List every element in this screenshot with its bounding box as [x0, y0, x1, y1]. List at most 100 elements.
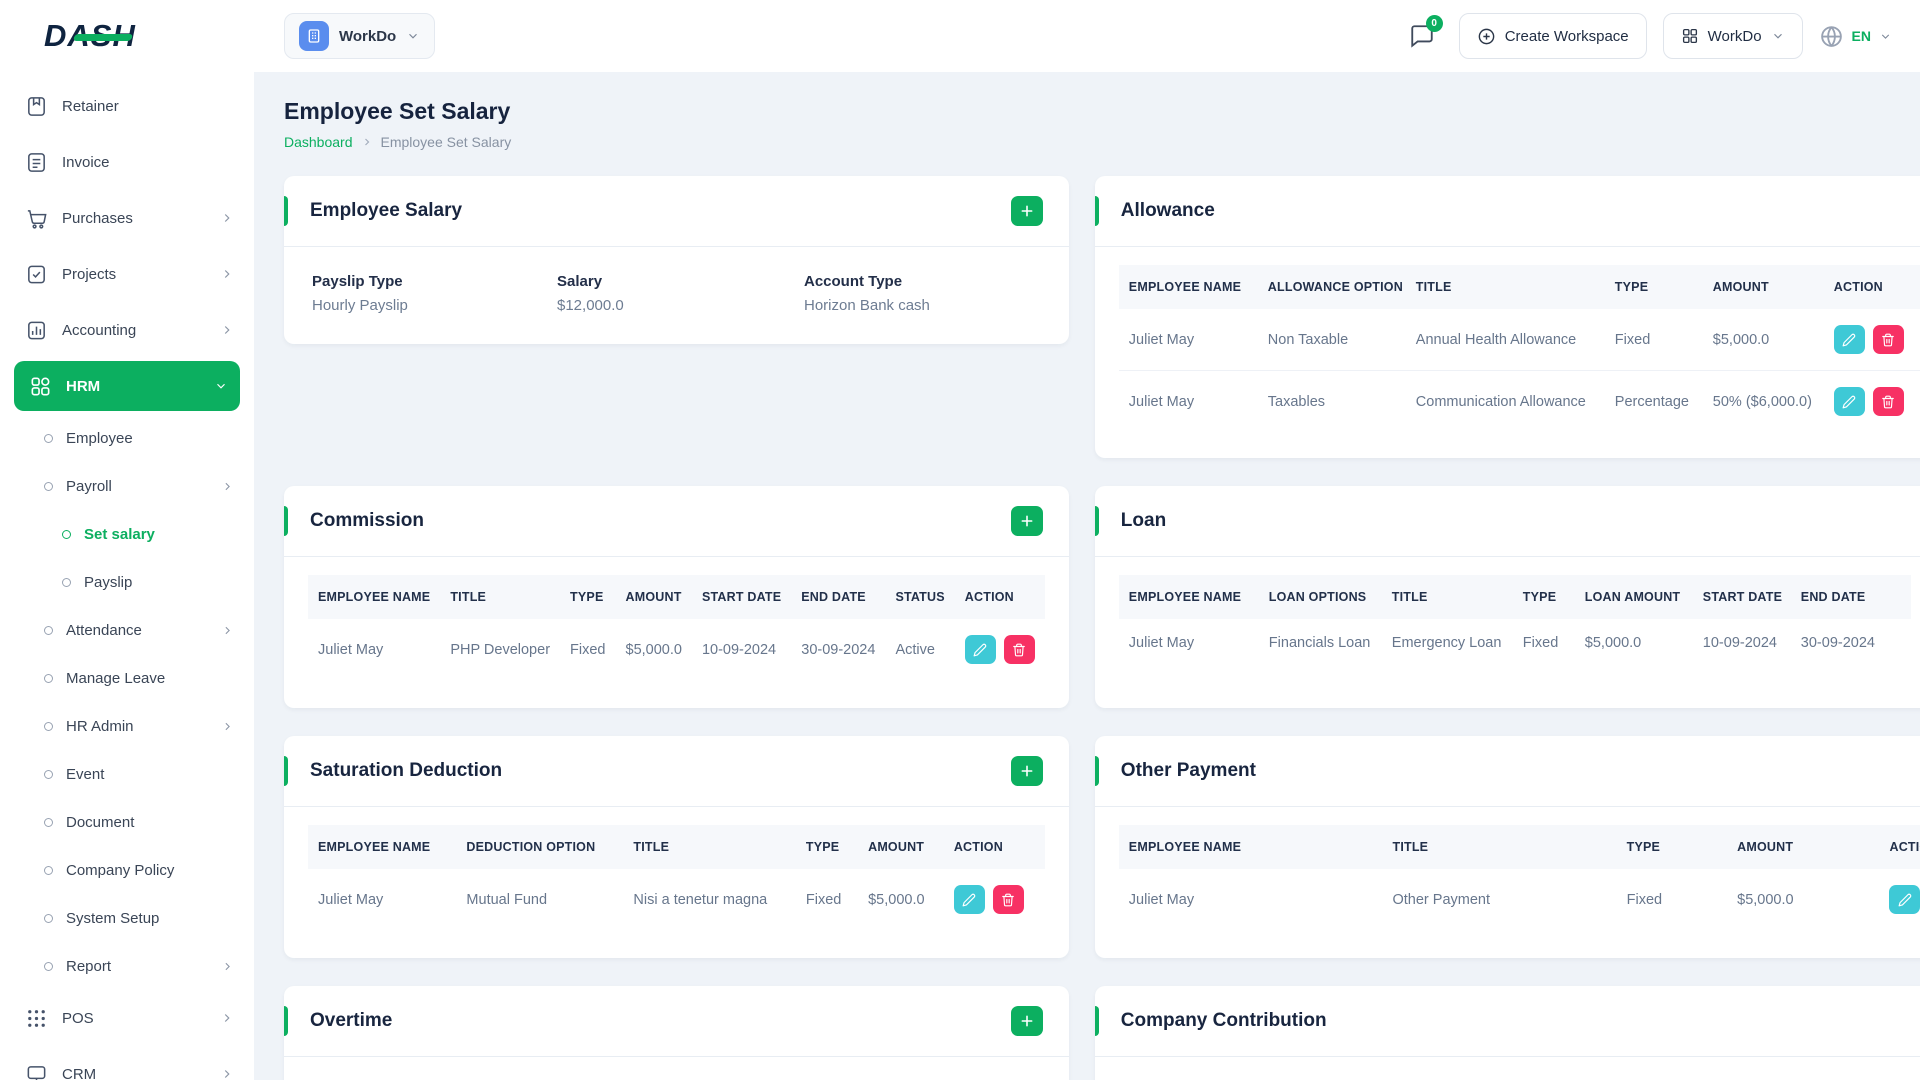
card-header: Other Payment: [1094, 736, 1920, 807]
allowance-table-wrap: Employee Name Allowance Option Title Typ…: [1095, 247, 1920, 458]
cell-amount: $5,000.0: [1712, 331, 1770, 348]
table-row: Juliet May PHP Developer Fixed $5,000.0 …: [308, 619, 1045, 680]
cell-deduction-option: Mutual Fund: [466, 891, 548, 908]
cell-amount: 50% ($6,000.0): [1702, 370, 1824, 432]
cell-title: Nisi a tenetur magna: [633, 891, 768, 908]
edit-button[interactable]: [953, 885, 985, 914]
sidebar-item-accounting[interactable]: Accounting: [0, 302, 254, 358]
sidebar-item-hrm[interactable]: HRM: [14, 361, 240, 411]
breadcrumb-dashboard-link[interactable]: Dashboard: [284, 134, 353, 150]
add-employee-salary-button[interactable]: [1010, 196, 1043, 226]
sidebar-item-hr-admin[interactable]: HR Admin: [0, 702, 254, 750]
cell-action: [1824, 309, 1920, 371]
sidebar-item-attendance[interactable]: Attendance: [0, 606, 254, 654]
topbar: DASH WorkDo 0 Create Workspace: [0, 0, 1920, 72]
bullet-icon: [44, 625, 53, 635]
cell-title: Other Payment: [1392, 891, 1490, 908]
delete-button[interactable]: [1003, 635, 1035, 664]
field-label: Payslip Type: [312, 273, 403, 290]
sidebar-item-label: Payroll: [66, 477, 112, 495]
table-row: Juliet May Mutual Fund Nisi a tenetur ma…: [308, 869, 1045, 930]
sidebar-item-retainer[interactable]: Retainer: [0, 78, 254, 134]
card-title: Employee Salary: [310, 200, 463, 221]
create-workspace-button[interactable]: Create Workspace: [1458, 13, 1647, 59]
sidebar-item-event[interactable]: Event: [0, 750, 254, 798]
sidebar-item-label: Attendance: [66, 621, 142, 639]
purchases-icon: [24, 206, 48, 230]
pos-icon: [24, 1006, 48, 1030]
cell-title: Annual Health Allowance: [1415, 331, 1577, 348]
edit-button[interactable]: [1833, 325, 1865, 354]
sidebar-item-manage-leave[interactable]: Manage Leave: [0, 654, 254, 702]
cell-type: Fixed: [1522, 635, 1559, 651]
bullet-icon: [44, 673, 53, 683]
invoice-icon: [24, 150, 48, 174]
field-value: Horizon Bank cash: [804, 297, 930, 314]
card-title: Allowance: [1120, 200, 1215, 221]
table-header-row: Employee Name Title Type Amount Action: [1118, 825, 1920, 869]
allowance-card: Allowance Employee Name Allowance Option…: [1094, 176, 1920, 458]
edit-button[interactable]: [1889, 885, 1920, 914]
sidebar-item-label: Retainer: [62, 97, 119, 115]
loan-table: Employee Name Loan Options Title Type Lo…: [1118, 575, 1911, 667]
app-logo[interactable]: DASH: [0, 18, 254, 54]
sidebar-item-payslip[interactable]: Payslip: [0, 558, 254, 606]
add-commission-button[interactable]: [1010, 506, 1043, 536]
company-contribution-card: Company Contribution: [1094, 986, 1920, 1080]
breadcrumb: Dashboard Employee Set Salary: [284, 134, 1890, 150]
delete-button[interactable]: [992, 885, 1024, 914]
sidebar-item-payroll[interactable]: Payroll: [0, 462, 254, 510]
plus-circle-icon: [1477, 27, 1496, 46]
workspace-selector[interactable]: WorkDo: [284, 13, 436, 59]
sidebar-item-company-policy[interactable]: Company Policy: [0, 846, 254, 894]
sidebar-item-report[interactable]: Report: [0, 942, 254, 990]
sidebar-item-set-salary[interactable]: Set salary: [0, 510, 254, 558]
edit-button[interactable]: [1833, 387, 1865, 416]
bullet-icon: [44, 817, 53, 827]
page-title: Employee Set Salary: [284, 98, 511, 124]
cell-title: Communication Allowance: [1405, 370, 1605, 432]
chevron-right-icon: [220, 323, 234, 337]
saturation-table: Employee Name Deduction Option Title Typ…: [308, 825, 1045, 930]
language-selector[interactable]: EN: [1819, 24, 1892, 49]
sidebar-item-label: Set salary: [84, 525, 155, 543]
cell-end-date: 30-09-2024: [801, 641, 876, 658]
field-value: $12,000.0: [557, 297, 624, 314]
column-header: Action: [1823, 265, 1920, 309]
add-overtime-button[interactable]: [1010, 1006, 1043, 1036]
crm-icon: [24, 1062, 48, 1080]
field-label: Salary: [557, 273, 603, 290]
edit-button[interactable]: [964, 635, 996, 664]
sidebar-item-invoice[interactable]: Invoice: [0, 134, 254, 190]
chevron-right-icon: [220, 267, 234, 281]
saturation-table-wrap: Employee Name Deduction Option Title Typ…: [284, 807, 1069, 956]
column-header: Deduction Option: [456, 825, 624, 869]
table-header-row: Employee Name Deduction Option Title Typ…: [308, 825, 1045, 869]
sidebar-item-system-setup[interactable]: System Setup: [0, 894, 254, 942]
cell-employee-name: Juliet May: [318, 641, 384, 658]
column-header: End Date: [1790, 575, 1911, 619]
delete-button[interactable]: [1872, 325, 1904, 354]
bullet-icon: [62, 529, 71, 539]
cell-allowance-option: Non Taxable: [1267, 331, 1349, 348]
cell-action: [1879, 869, 1920, 930]
sidebar-item-employee[interactable]: Employee: [0, 414, 254, 462]
sidebar-item-pos[interactable]: POS: [0, 990, 254, 1046]
sidebar-item-purchases[interactable]: Purchases: [0, 190, 254, 246]
card-title: Company Contribution: [1120, 1010, 1327, 1031]
column-header: Start Date: [1692, 575, 1791, 619]
sidebar-item-document[interactable]: Document: [0, 798, 254, 846]
bullet-icon: [44, 769, 53, 779]
add-saturation-deduction-button[interactable]: [1010, 756, 1043, 786]
sidebar-item-projects[interactable]: Projects: [0, 246, 254, 302]
messages-button[interactable]: 0: [1401, 15, 1443, 57]
sidebar-item-crm[interactable]: CRM: [0, 1046, 254, 1080]
cell-type: Fixed: [1614, 331, 1651, 348]
column-header: Amount: [1702, 265, 1824, 309]
delete-button[interactable]: [1872, 387, 1904, 416]
table-header-row: Employee Name Title Type Amount Start Da…: [308, 575, 1045, 619]
globe-icon: [1819, 24, 1844, 49]
workdo-apps-menu-button[interactable]: WorkDo: [1662, 13, 1803, 59]
column-header: Employee Name: [1118, 265, 1258, 309]
chevron-right-icon: [221, 480, 234, 493]
